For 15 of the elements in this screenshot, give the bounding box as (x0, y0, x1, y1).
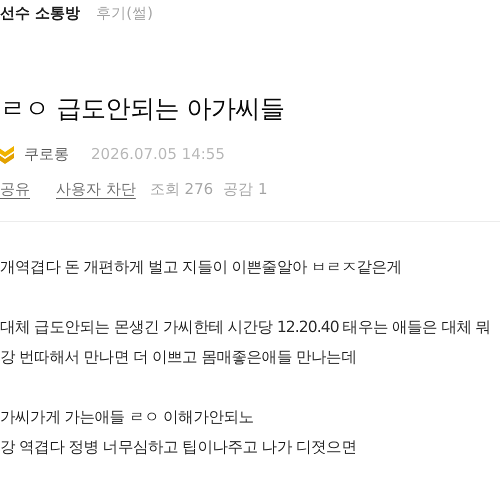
rank-badge-icon (0, 144, 14, 164)
body-text: 대체 급도안되는 몬생긴 가씨한테 시간당 12.20.40 태우는 애들은 대체 뭐 (0, 317, 492, 338)
body-text: 개역겹다 돈 개편하게 벌고 지들이 이쁜줄알아 ㅂㄹㅈ같은게 (0, 257, 403, 278)
like-count: 공감 1 (223, 180, 268, 199)
body-text: 가씨가게 가는애들 ㄹㅇ 이해가안되노 (0, 407, 255, 428)
author-name[interactable]: 쿠로롱 (24, 144, 69, 164)
body-text: 강 번따해서 만나면 더 이쁘고 몸매좋은애들 만나는데 (0, 347, 358, 368)
category-label[interactable]: 후기(썰) (96, 4, 153, 22)
body-text: 강 역겹다 정병 너무심하고 팁이나주고 나가 디졋으면 (0, 437, 358, 458)
board-name[interactable]: 선수 소통방 (0, 4, 80, 22)
post-title: ㄹㅇ 급도안되는 아가씨들 (0, 93, 286, 124)
share-link[interactable]: 공유 (0, 180, 30, 199)
block-user-link[interactable]: 사용자 차단 (56, 180, 136, 199)
post-date: 2026.07.05 14:55 (91, 145, 225, 163)
view-count: 조회 276 (150, 180, 214, 199)
